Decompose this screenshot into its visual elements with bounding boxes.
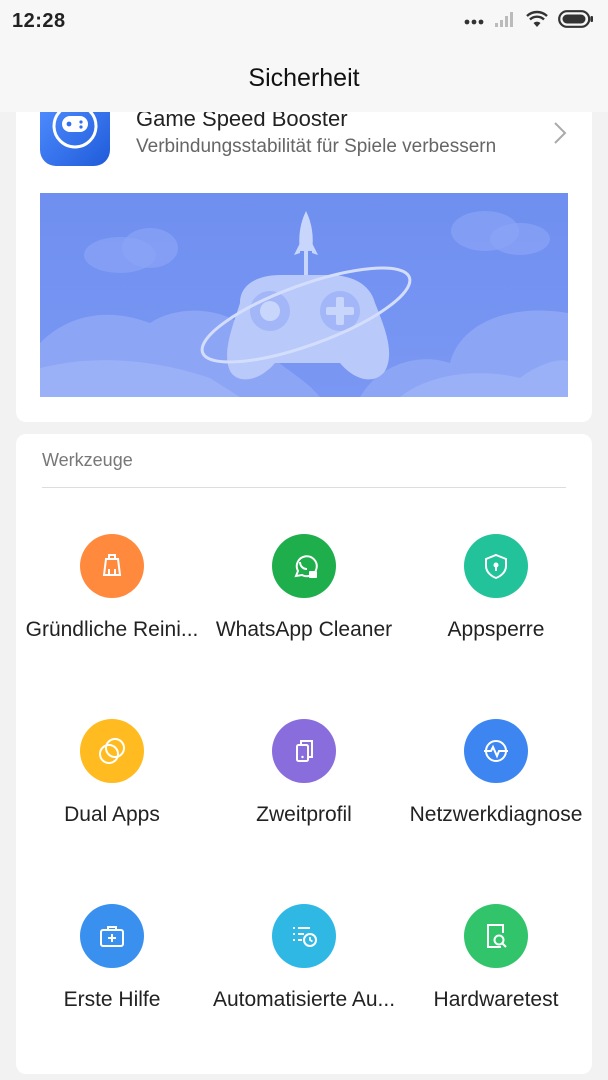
profiles-icon — [272, 719, 336, 783]
tool-label: Netzwerkdiagnose — [409, 803, 583, 826]
tool-app-lock[interactable]: Appsperre — [400, 534, 592, 694]
tool-automated-tasks[interactable]: Automatisierte Au... — [208, 904, 400, 1064]
promo-title: Game Speed Booster — [136, 112, 348, 131]
game-controller-illustration — [40, 211, 568, 397]
section-title: Werkzeuge — [42, 450, 133, 470]
tool-second-space[interactable]: Zweitprofil — [208, 719, 400, 879]
tool-network-diagnosis[interactable]: Netzwerkdiagnose — [400, 719, 592, 879]
broom-icon — [80, 534, 144, 598]
tool-label: Appsperre — [447, 618, 545, 641]
dual-circles-icon — [80, 719, 144, 783]
tool-first-aid[interactable]: Erste Hilfe — [16, 904, 208, 1064]
battery-icon — [558, 9, 594, 33]
tool-label: Hardwaretest — [433, 988, 559, 1011]
whatsapp-icon — [272, 534, 336, 598]
tool-label: Automatisierte Au... — [212, 988, 396, 1011]
network-pulse-icon — [464, 719, 528, 783]
tool-label: Zweitprofil — [256, 803, 352, 826]
signal-icon — [494, 10, 516, 33]
tools-card: Werkzeuge Gründliche Reini... WhatsApp C… — [16, 434, 592, 1074]
tool-whatsapp-cleaner[interactable]: WhatsApp Cleaner — [208, 534, 400, 694]
status-time: 12:28 — [12, 10, 66, 32]
title-bar: Sicherheit — [0, 42, 608, 112]
game-speed-booster-card[interactable]: Game Speed Booster Verbindungsstabilität… — [16, 112, 592, 422]
more-dots-icon — [464, 12, 484, 30]
wifi-icon — [526, 10, 548, 33]
device-search-icon — [464, 904, 528, 968]
status-icons — [464, 9, 594, 33]
promo-subtitle: Verbindungsstabilität für Spiele verbess… — [136, 136, 497, 157]
first-aid-kit-icon — [80, 904, 144, 968]
tool-hardware-test[interactable]: Hardwaretest — [400, 904, 592, 1064]
tool-label: Erste Hilfe — [63, 988, 161, 1011]
tool-label: WhatsApp Cleaner — [215, 618, 393, 641]
tool-label: Dual Apps — [64, 803, 160, 826]
shield-lock-icon — [464, 534, 528, 598]
section-divider — [42, 487, 566, 488]
tool-deep-clean[interactable]: Gründliche Reini... — [16, 534, 208, 694]
tool-label: Gründliche Reini... — [25, 618, 199, 641]
tool-dual-apps[interactable]: Dual Apps — [16, 719, 208, 879]
status-bar: 12:28 — [0, 0, 608, 42]
schedule-list-icon — [272, 904, 336, 968]
game-speed-booster-icon — [40, 112, 110, 166]
page-title: Sicherheit — [248, 64, 360, 92]
chevron-right-icon — [552, 120, 568, 151]
game-banner[interactable] — [40, 193, 568, 397]
